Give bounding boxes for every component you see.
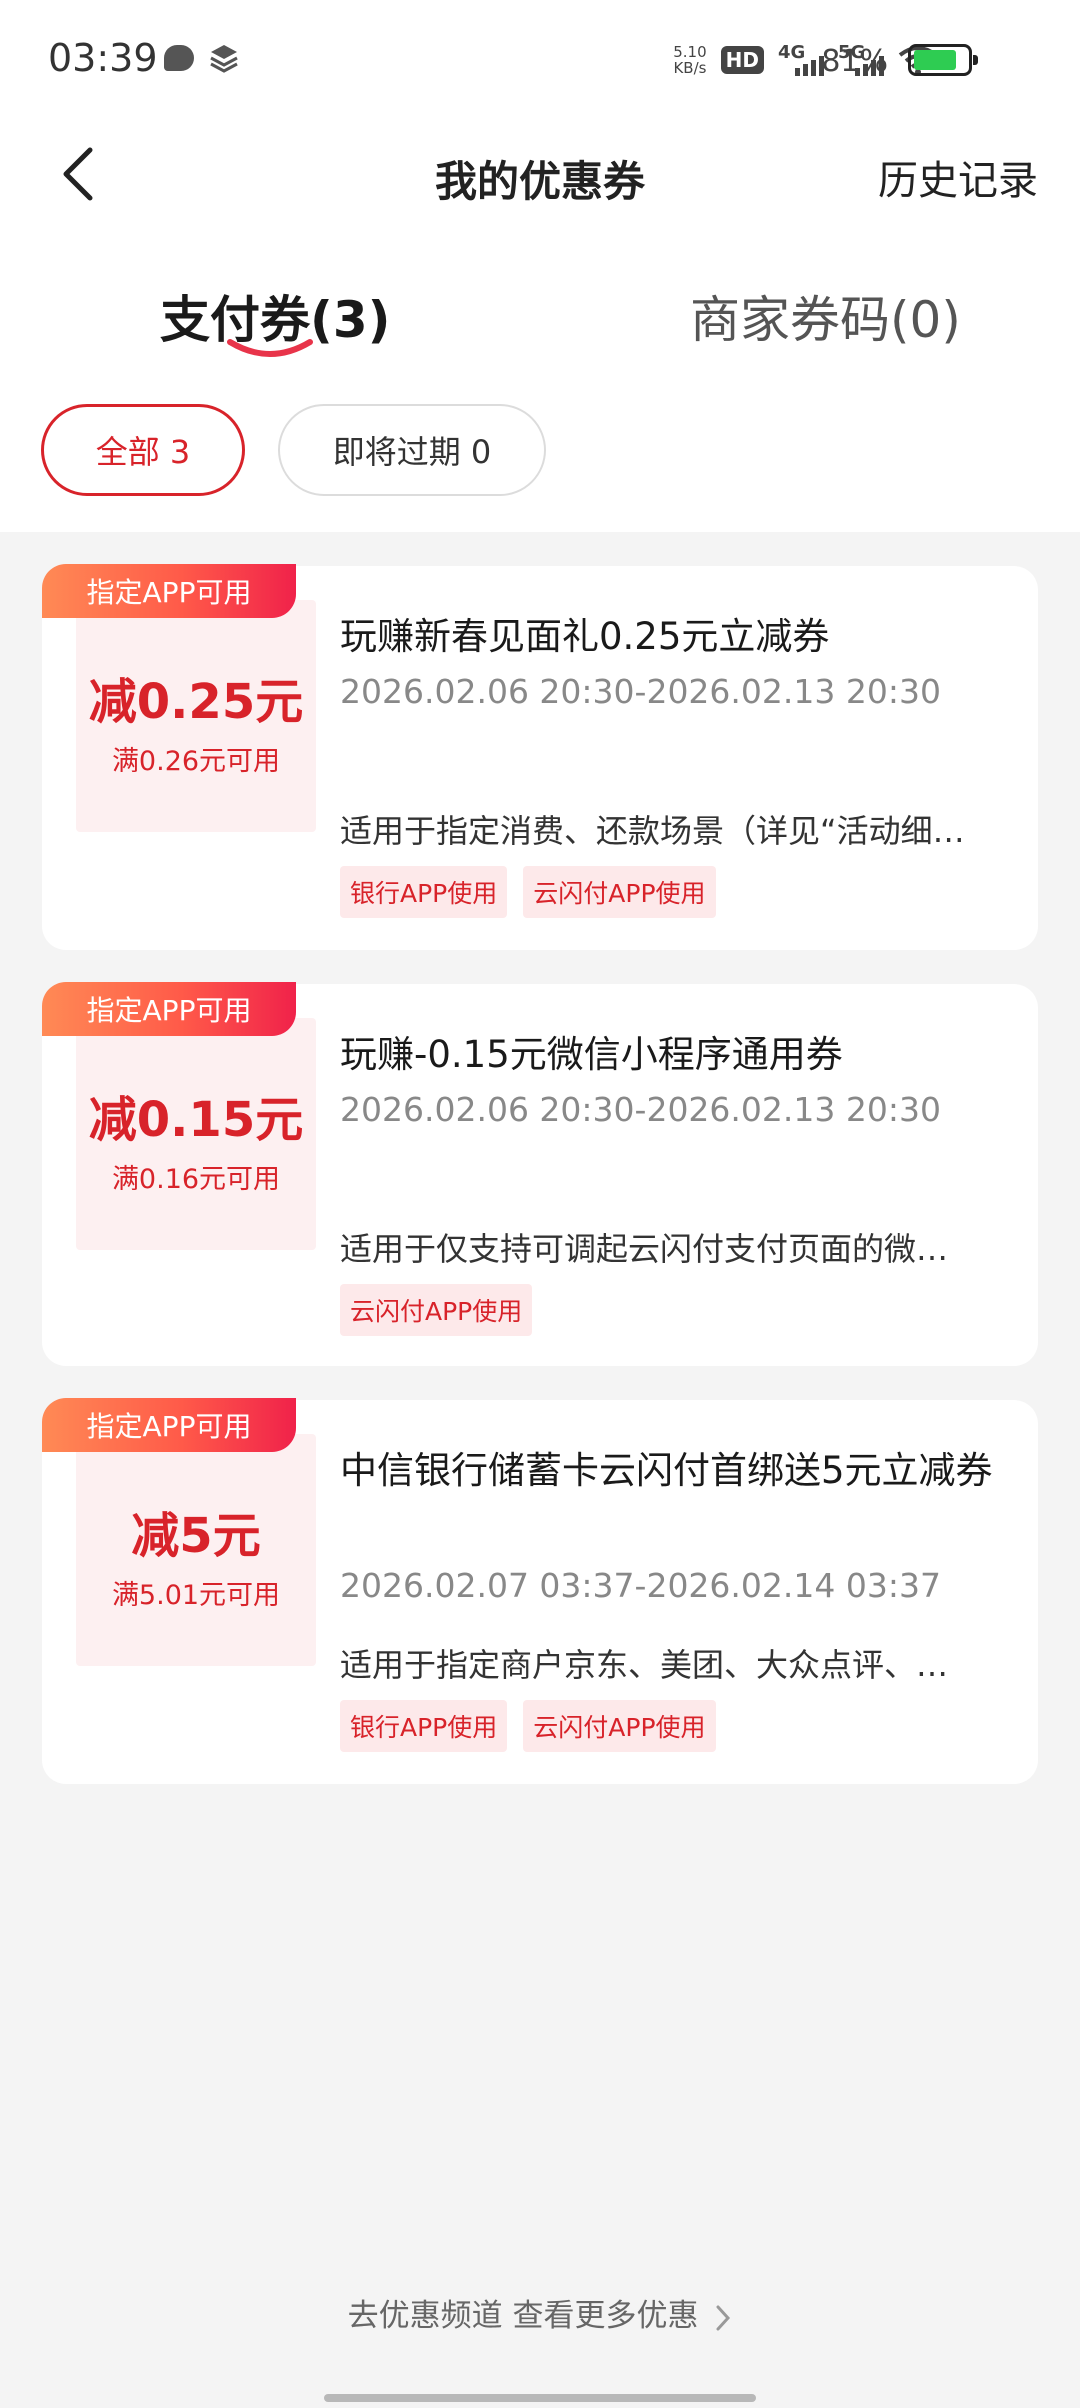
coupon-tag: 指定APP可用 xyxy=(42,1398,296,1452)
network-speed-value: 5.10 xyxy=(673,43,707,61)
coupon-title: 玩赚新春见面礼0.25元立减券 xyxy=(340,615,830,658)
filter-all-chip[interactable]: 全部 3 xyxy=(41,404,245,496)
coupon-description: 适用于指定消费、还款场景（详见“活动细… xyxy=(340,812,965,850)
network-speed-unit: KB/s xyxy=(673,59,707,77)
coupon-description: 适用于指定商户京东、美团、大众点评、… xyxy=(340,1646,949,1684)
battery-icon xyxy=(908,44,978,76)
coupon-threshold: 满0.16元可用 xyxy=(111,1164,281,1196)
coupon-card[interactable]: 减0.15元 满0.16元可用 指定APP可用 玩赚-0.15元微信小程序通用券… xyxy=(42,982,1038,1366)
coupon-card[interactable]: 减5元 满5.01元可用 指定APP可用 中信银行储蓄卡云闪付首绑送5元立减券 … xyxy=(42,1398,1038,1784)
history-button[interactable]: 历史记录 xyxy=(878,148,1038,206)
coupon-badge: 云闪付APP使用 xyxy=(523,866,716,918)
coupon-threshold: 满5.01元可用 xyxy=(111,1580,281,1612)
coupon-amount-box: 减5元 满5.01元可用 xyxy=(76,1434,316,1666)
tab-merchant-codes[interactable]: 商家券码(0) xyxy=(690,280,961,352)
coupon-period: 2026.02.06 20:30-2026.02.13 20:30 xyxy=(340,672,941,711)
network-speed: 5.10 KB/s xyxy=(673,44,706,76)
coupon-period: 2026.02.07 03:37-2026.02.14 03:37 xyxy=(340,1566,941,1605)
coupon-amount: 减0.15元 xyxy=(88,1091,304,1148)
coupon-description: 适用于仅支持可调起云闪付支付页面的微… xyxy=(340,1230,949,1268)
battery-percent: 81% xyxy=(821,44,888,79)
message-icon xyxy=(164,45,194,71)
hd-icon: HD xyxy=(720,46,764,74)
layers-icon xyxy=(210,45,238,73)
coupon-amount: 减5元 xyxy=(131,1507,261,1564)
coupon-card[interactable]: 减0.25元 满0.26元可用 指定APP可用 玩赚新春见面礼0.25元立减券 … xyxy=(42,564,1038,950)
coupon-badges: 银行APP使用 云闪付APP使用 xyxy=(340,866,716,918)
coupon-badge: 银行APP使用 xyxy=(340,866,508,918)
coupon-badges: 银行APP使用 云闪付APP使用 xyxy=(340,1700,716,1752)
coupon-amount-box: 减0.25元 满0.26元可用 xyxy=(76,600,316,832)
coupon-period: 2026.02.06 20:30-2026.02.13 20:30 xyxy=(340,1090,941,1129)
filter-expiring-chip[interactable]: 即将过期 0 xyxy=(278,404,546,496)
more-offers-link[interactable]: 去优惠频道 查看更多优惠 xyxy=(0,2290,1080,2335)
status-right-group: 5.10 KB/s HD 4G 5G xyxy=(673,40,938,80)
more-offers-label: 去优惠频道 查看更多优惠 xyxy=(347,2298,699,2334)
signal-4g-icon: 4G xyxy=(778,42,824,78)
chevron-right-icon xyxy=(716,2305,731,2330)
coupon-tag: 指定APP可用 xyxy=(42,564,296,618)
status-time: 03:39 xyxy=(48,36,158,80)
coupon-amount: 减0.25元 xyxy=(88,673,304,730)
coupon-badge: 云闪付APP使用 xyxy=(523,1700,716,1752)
coupon-title: 中信银行储蓄卡云闪付首绑送5元立减券 xyxy=(340,1449,993,1492)
coupon-title: 玩赚-0.15元微信小程序通用券 xyxy=(340,1033,843,1076)
status-bar: 03:39 5.10 KB/s HD 4G 5G 81% xyxy=(0,0,1080,120)
coupon-amount-box: 减0.15元 满0.16元可用 xyxy=(76,1018,316,1250)
coupon-badge: 云闪付APP使用 xyxy=(340,1284,533,1336)
coupon-badges: 云闪付APP使用 xyxy=(340,1284,533,1336)
coupon-threshold: 满0.26元可用 xyxy=(111,746,281,778)
active-tab-indicator xyxy=(227,339,313,357)
coupon-tag: 指定APP可用 xyxy=(42,982,296,1036)
home-indicator[interactable] xyxy=(324,2394,756,2402)
coupon-badge: 银行APP使用 xyxy=(340,1700,508,1752)
